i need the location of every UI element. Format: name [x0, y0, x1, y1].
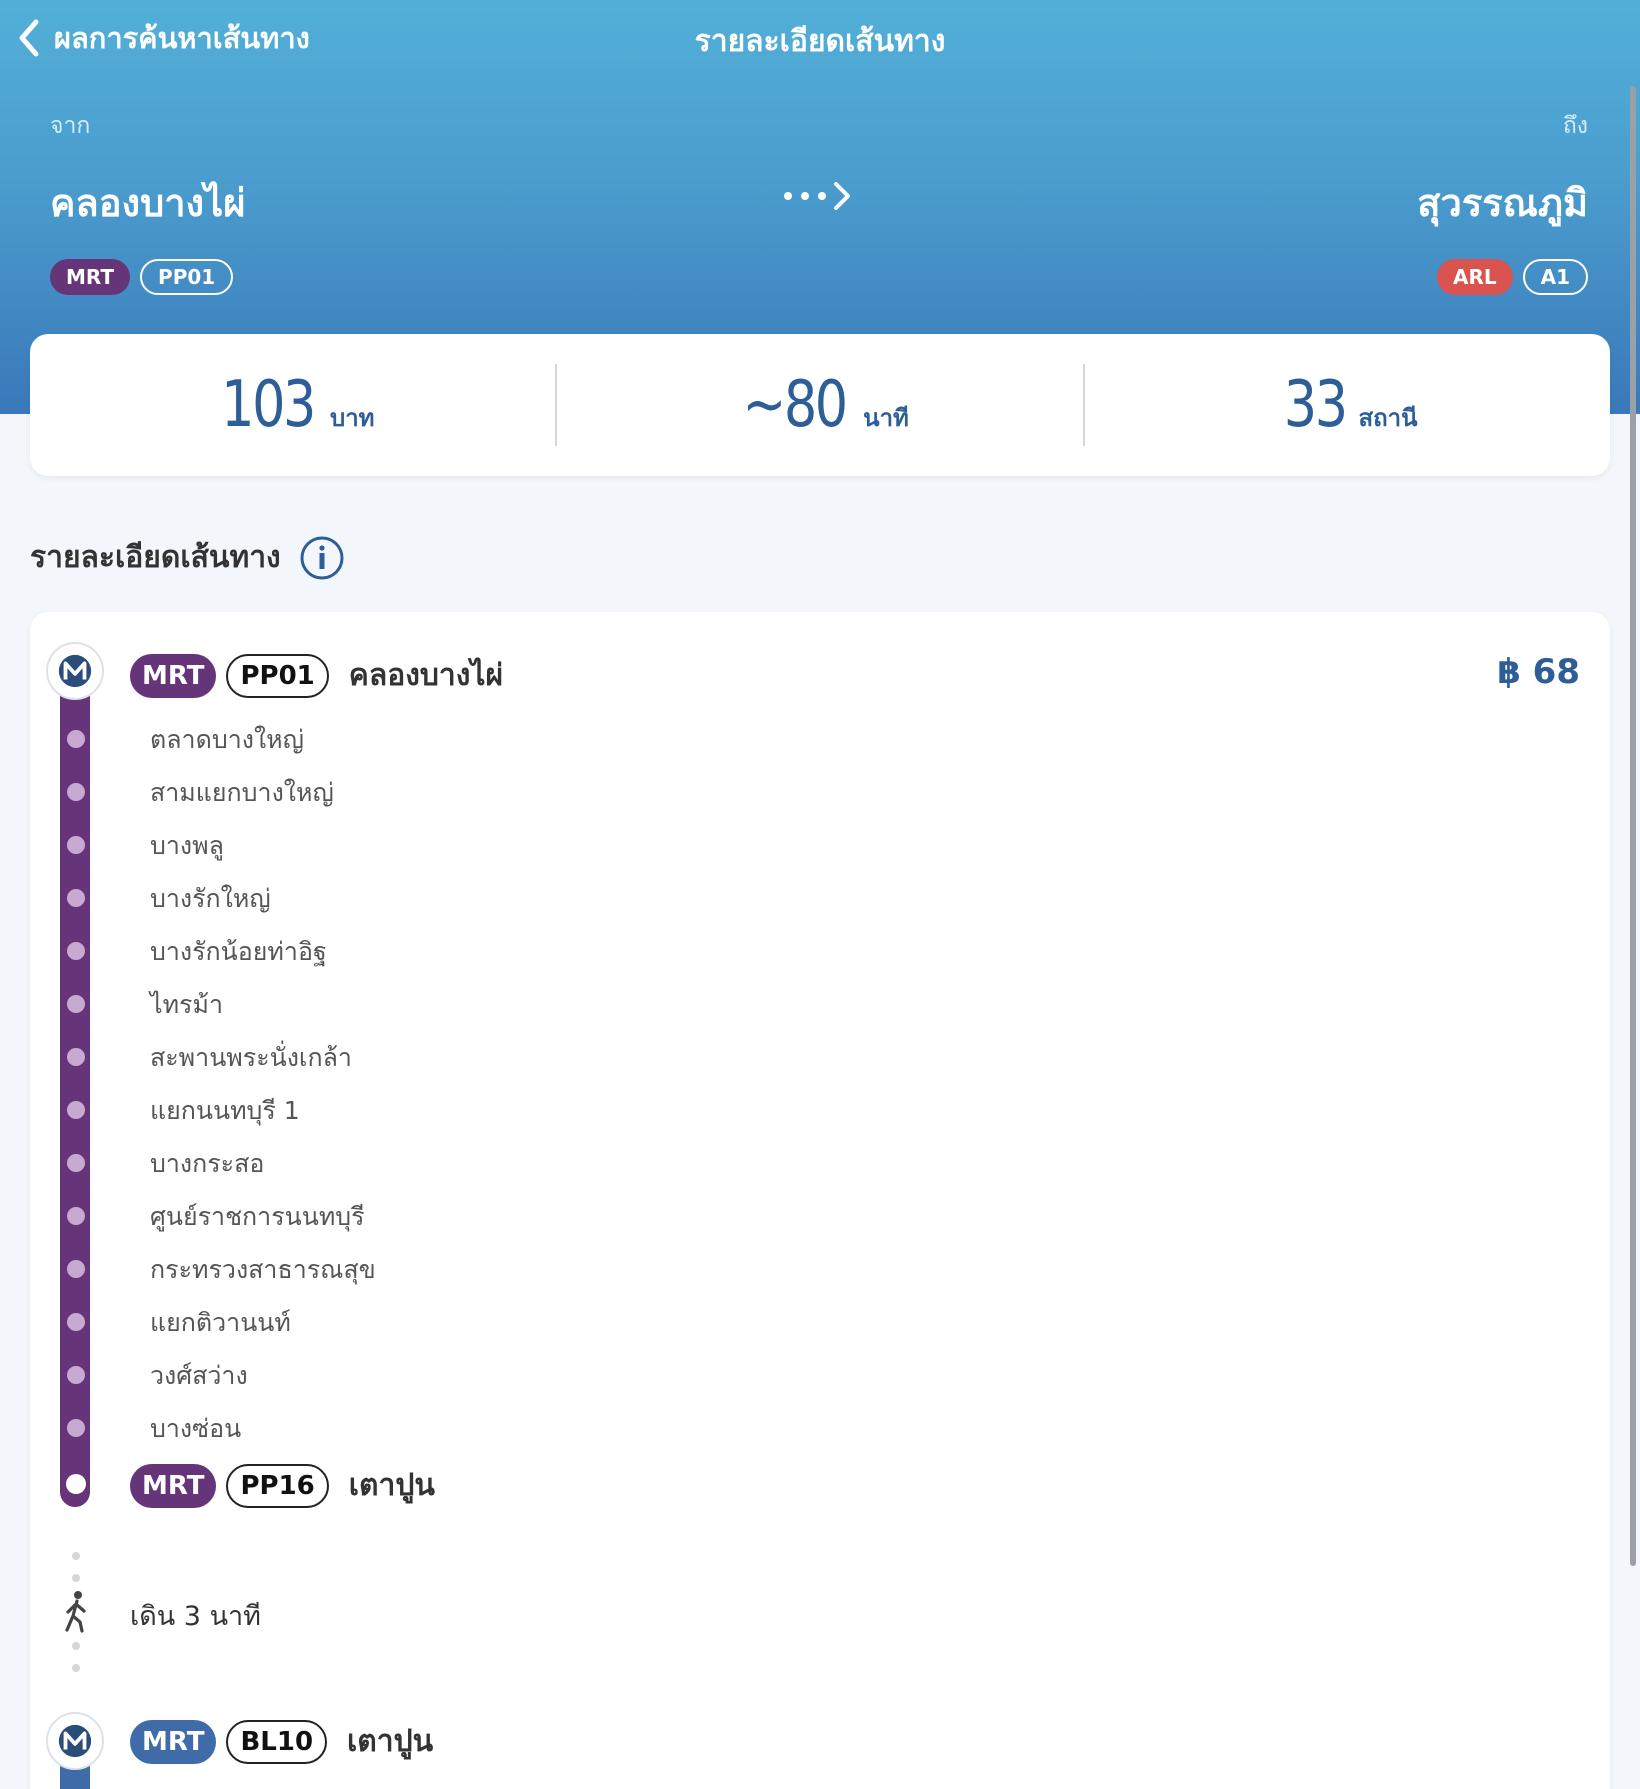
stations-value: 33 — [1283, 368, 1348, 442]
duration-unit: นาที — [863, 404, 909, 432]
purple-line-track — [60, 692, 90, 1507]
stop-dot — [67, 995, 85, 1013]
station-code-badge: PP16 — [226, 1463, 329, 1508]
stop-name: ตลาดบางใหญ่ — [150, 725, 304, 754]
walk-dot — [72, 1664, 80, 1672]
route-arrow-icon — [784, 182, 850, 210]
fare-unit: บาท — [329, 404, 375, 432]
stop-dot — [67, 942, 85, 960]
section-title-text: รายละเอียดเส้นทาง — [30, 540, 281, 575]
stations-unit: สถานี — [1358, 404, 1418, 432]
station-code-badge: PP01 — [226, 653, 329, 698]
line-badge: MRT — [130, 1719, 217, 1764]
info-icon[interactable] — [299, 535, 345, 581]
end-stop-dot — [66, 1474, 86, 1494]
duration-summary: ~80 นาที — [557, 368, 1082, 442]
stop-name: บางกระสอ — [150, 1149, 265, 1178]
stop-name: ศูนย์ราชการนนทบุรี — [150, 1202, 365, 1231]
from-line-badge: MRT — [50, 259, 131, 295]
scrollbar[interactable] — [1630, 86, 1636, 1566]
section-title: รายละเอียดเส้นทาง — [30, 534, 345, 581]
stop-name: กระทรวงสาธารณสุข — [150, 1255, 376, 1284]
fare-summary: 103 บาท — [30, 368, 555, 442]
stations-summary: 33 สถานี — [1085, 368, 1610, 442]
line-badge: MRT — [130, 653, 217, 698]
station-code-badge: BL10 — [226, 1719, 328, 1764]
stop-dot — [67, 1260, 85, 1278]
stop-name: ไทรม้า — [150, 990, 223, 1019]
stop-dot — [67, 889, 85, 907]
walk-duration: เดิน 3 นาที — [130, 1601, 261, 1632]
segment-2-start[interactable]: MRT BL10 เตาปูน — [130, 1718, 433, 1765]
stop-dot — [67, 1366, 85, 1384]
stop-name: แยกนนทบุรี 1 — [150, 1096, 300, 1125]
stop-name: บางรักใหญ่ — [150, 884, 271, 913]
trip-summary-card: 103 บาท ~80 นาที 33 สถานี — [30, 334, 1610, 476]
station-name: คลองบางไผ่ — [348, 658, 504, 693]
stop-name: บางพลู — [150, 831, 224, 860]
stop-name: สะพานพระนั่งเกล้า — [150, 1043, 352, 1072]
to-code-badge: A1 — [1522, 259, 1588, 295]
page-title: รายละเอียดเส้นทาง — [694, 24, 946, 59]
stop-name: วงศ์สว่าง — [150, 1361, 248, 1390]
from-caption: จาก — [50, 113, 91, 139]
to-line-badge: ARL — [1436, 259, 1513, 295]
segment-fare: ฿ 68 — [1497, 652, 1580, 692]
stop-dot — [67, 1154, 85, 1172]
fare-value: 103 — [220, 368, 316, 442]
from-code-badge: PP01 — [140, 259, 234, 295]
stop-name: บางซ่อน — [150, 1414, 242, 1443]
stop-dot — [67, 1207, 85, 1225]
to-tags: ARL A1 — [1436, 259, 1588, 295]
stop-name: บางรักน้อยท่าอิฐ — [150, 937, 327, 966]
stop-dot — [67, 1419, 85, 1437]
line-badge: MRT — [130, 1463, 217, 1508]
from-station: คลองบางไผ่ — [50, 181, 246, 225]
walk-dot — [72, 1574, 80, 1582]
metro-logo-icon — [46, 642, 104, 700]
station-name: เตาปูน — [347, 1724, 434, 1759]
metro-logo-icon — [46, 1712, 104, 1770]
segment-1-start[interactable]: MRT PP01 คลองบางไผ่ — [130, 652, 503, 699]
to-station: สุวรรณภูมิ — [1417, 181, 1588, 225]
stop-name: สามแยกบางใหญ่ — [150, 778, 334, 807]
stop-name: แยกติวานนท์ — [150, 1308, 291, 1337]
walking-person-icon — [65, 1591, 86, 1633]
stop-dot — [67, 1313, 85, 1331]
route-detail-card: MRT PP01 คลองบางไผ่ ฿ 68 ตลาดบางใหญ่ สาม… — [30, 612, 1610, 1789]
stop-dot — [67, 730, 85, 748]
station-name: เตาปูน — [348, 1468, 435, 1503]
segment-1-end[interactable]: MRT PP16 เตาปูน — [130, 1462, 435, 1509]
duration-value: ~80 — [742, 368, 848, 442]
stop-dot — [67, 783, 85, 801]
stop-dot — [67, 1048, 85, 1066]
stop-dot — [67, 1101, 85, 1119]
walk-dot — [72, 1642, 80, 1650]
from-tags: MRT PP01 — [50, 259, 234, 295]
stop-dot — [67, 836, 85, 854]
to-caption: ถึง — [1562, 113, 1588, 139]
walk-dot — [72, 1552, 80, 1560]
